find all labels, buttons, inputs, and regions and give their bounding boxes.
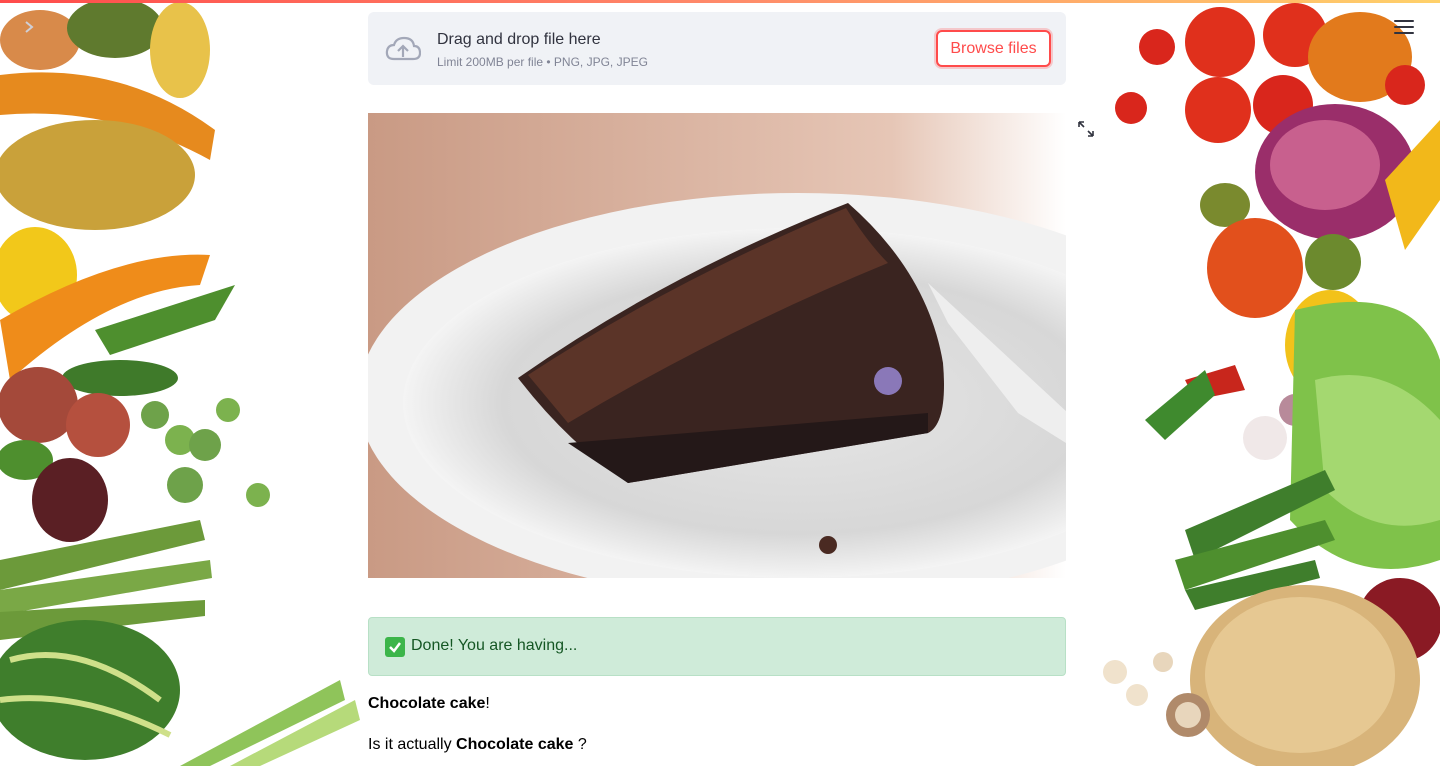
question-prefix: Is it actually (368, 736, 457, 753)
cloud-upload-icon (385, 36, 421, 61)
check-mark-icon (385, 637, 405, 657)
upload-instructions: Drag and drop file here (437, 31, 601, 48)
background-vegetables-left (0, 0, 365, 766)
file-uploader-dropzone[interactable]: Drag and drop file here Limit 200MB per … (368, 12, 1066, 85)
success-alert: Done! You are having... (368, 617, 1066, 676)
browse-files-button[interactable]: Browse files (936, 30, 1051, 67)
success-alert-text: Done! You are having... (411, 637, 578, 654)
prediction-result: Chocolate cake! (368, 695, 490, 713)
expand-icon (1078, 121, 1094, 137)
upload-limit-text: Limit 200MB per file • PNG, JPG, JPEG (437, 55, 648, 69)
sidebar-toggle-button[interactable] (18, 16, 40, 38)
predicted-food-name: Chocolate cake (368, 695, 486, 712)
confirmation-question: Is it actually Chocolate cake ? (368, 736, 587, 754)
uploaded-food-image (368, 113, 1066, 578)
chocolate-cake-photo (368, 113, 1066, 578)
prediction-suffix: ! (485, 695, 490, 712)
background-vegetables-right (1085, 0, 1440, 766)
hamburger-menu-icon (1394, 20, 1414, 22)
chevron-right-icon (25, 21, 34, 33)
main-content: Drag and drop file here Limit 200MB per … (368, 0, 1066, 766)
question-suffix: ? (573, 736, 587, 753)
fullscreen-button[interactable] (1077, 120, 1095, 138)
top-decoration-bar (0, 0, 1440, 3)
main-menu-button[interactable] (1394, 20, 1414, 36)
question-food-name: Chocolate cake (456, 736, 574, 753)
